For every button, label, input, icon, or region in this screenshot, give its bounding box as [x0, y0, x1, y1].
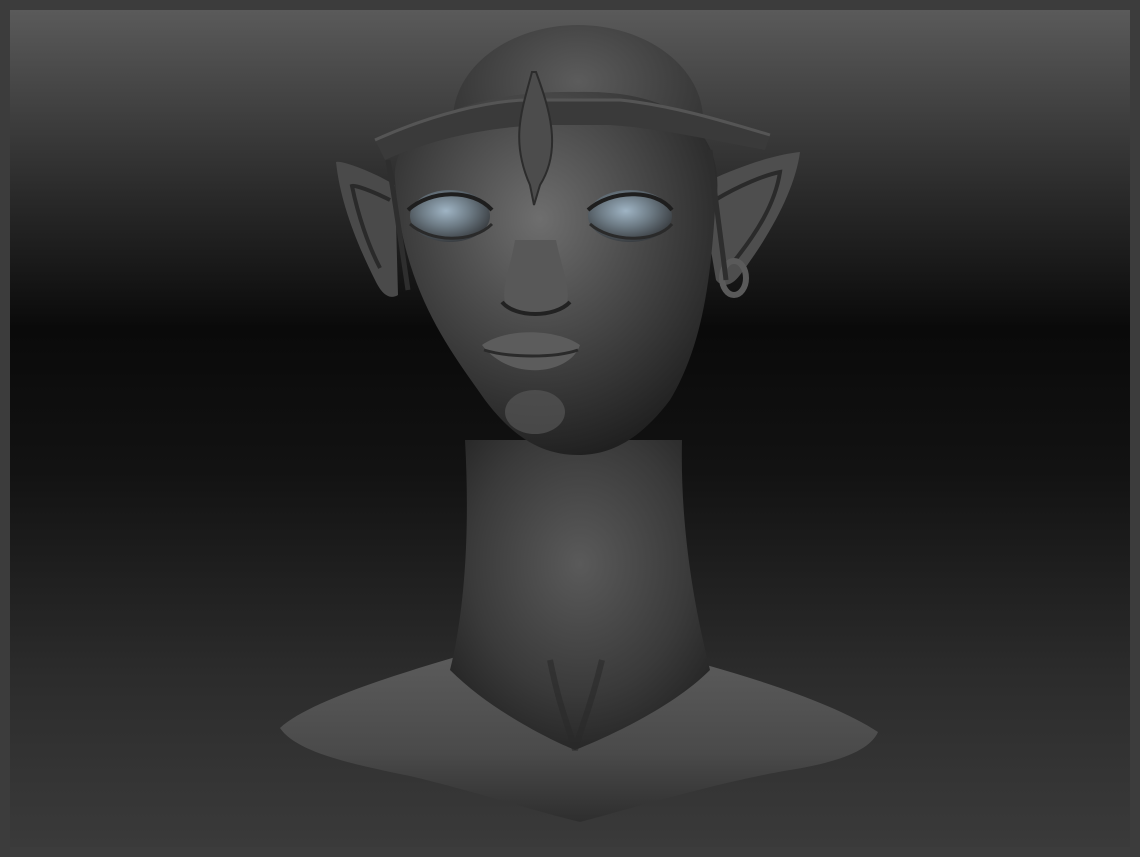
nose — [504, 240, 568, 313]
image-frame — [0, 0, 1140, 857]
render-viewport — [10, 10, 1130, 847]
sculpted-bust — [280, 25, 878, 822]
left-ear — [336, 161, 398, 297]
chin — [505, 390, 565, 434]
